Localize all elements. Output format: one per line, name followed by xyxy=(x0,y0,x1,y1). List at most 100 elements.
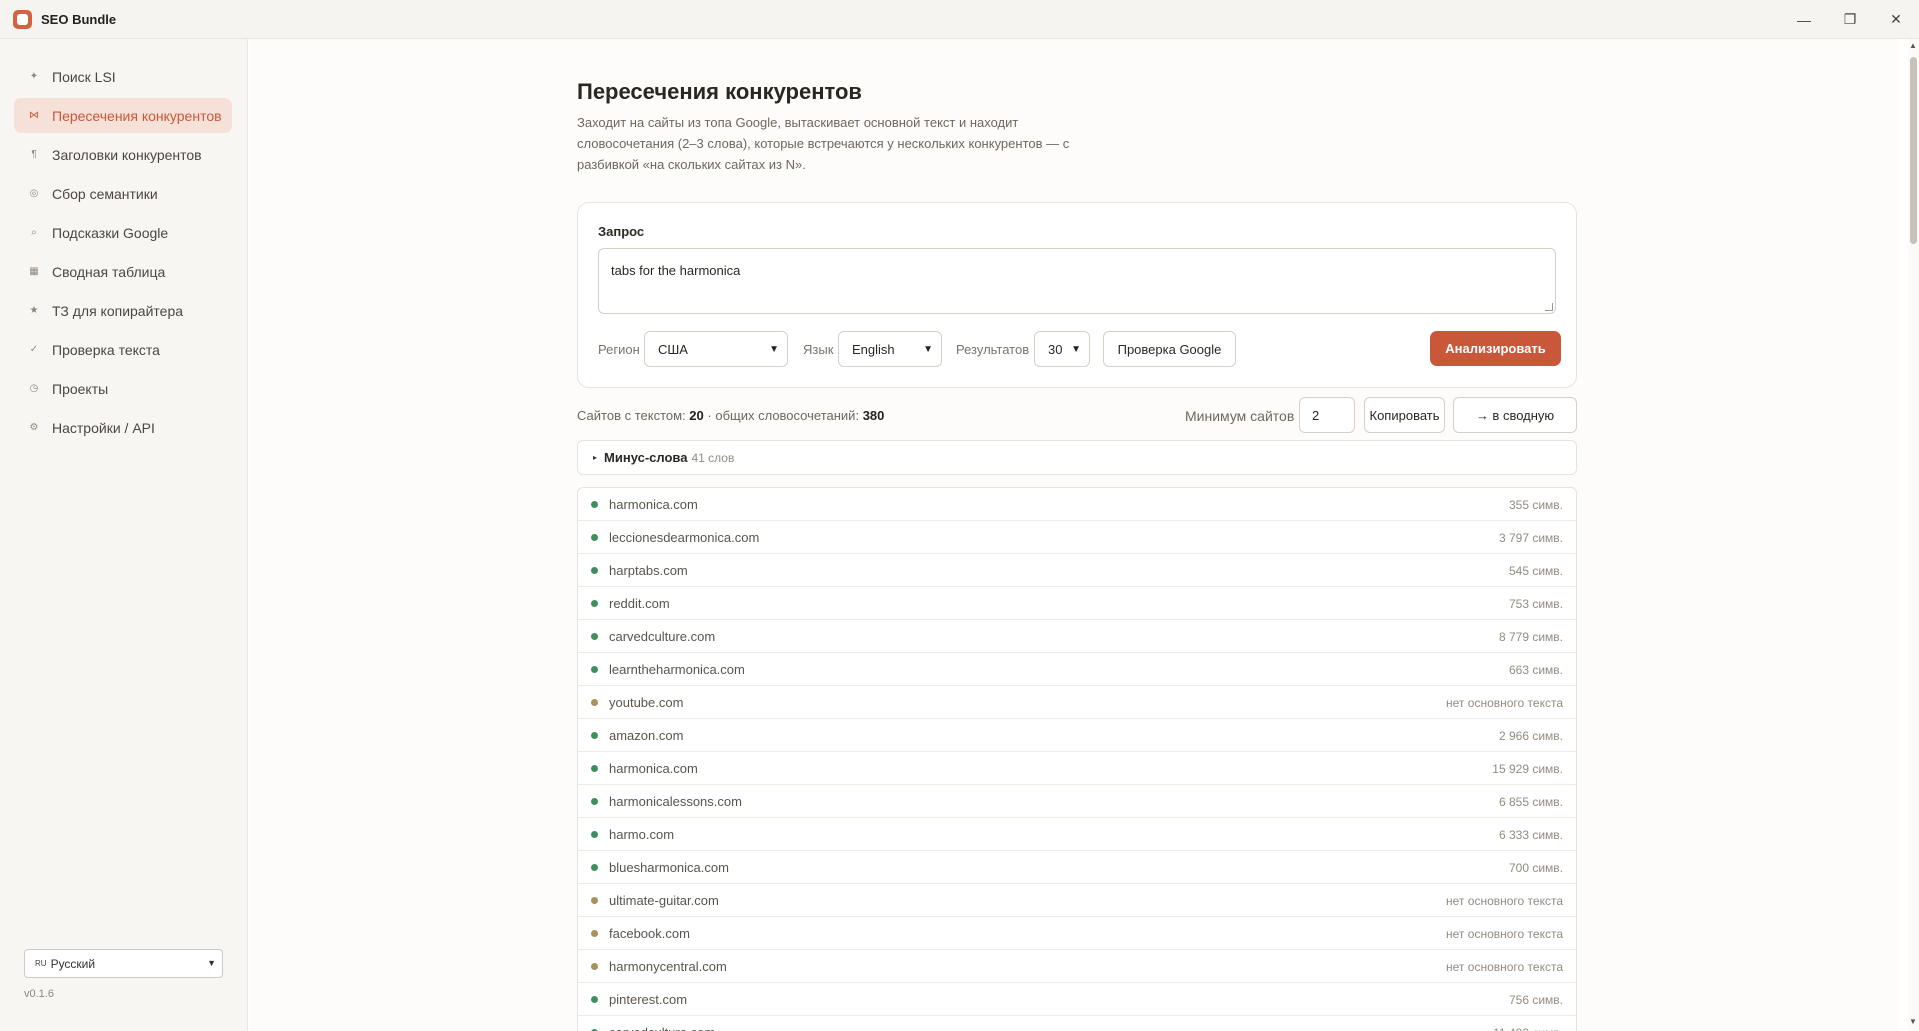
result-chars: нет основного текста xyxy=(1446,960,1563,974)
status-dot-icon xyxy=(591,500,598,508)
scroll-up-icon[interactable]: ▲ xyxy=(1909,41,1917,50)
result-row[interactable]: pinterest.com 756 симв. xyxy=(578,983,1576,1016)
result-row[interactable]: amazon.com 2 966 симв. xyxy=(578,719,1576,752)
common-phrases-label: общих словосочетаний: xyxy=(715,408,860,423)
result-row[interactable]: harmonicalessons.com 6 855 симв. xyxy=(578,785,1576,818)
title-bar: SEO Bundle — ❐ ✕ xyxy=(0,0,1919,39)
sidebar-item-label: Проекты xyxy=(52,380,109,397)
status-dot-icon xyxy=(591,533,598,541)
query-label: Запрос xyxy=(598,224,645,239)
scroll-thumb[interactable] xyxy=(1910,57,1917,244)
sidebar-item[interactable]: ✦ Поиск LSI xyxy=(14,59,232,94)
result-domain: harmonicalessons.com xyxy=(609,793,742,809)
page-title: Пересечения конкурентов xyxy=(577,79,862,104)
stats-separator: · xyxy=(707,408,712,423)
status-dot-icon xyxy=(591,632,598,640)
result-chars: 2 966 симв. xyxy=(1498,729,1563,743)
sidebar-item-label: Заголовки конкурентов xyxy=(52,146,202,163)
min-sites-input[interactable]: 2 xyxy=(1299,397,1355,433)
result-chars: 8 779 симв. xyxy=(1498,630,1563,644)
result-chars: 3 797 симв. xyxy=(1498,531,1563,545)
result-row[interactable]: learntheharmonica.com 663 симв. xyxy=(578,653,1576,686)
result-domain: pinterest.com xyxy=(609,991,688,1007)
query-card: Запрос tabs for the harmonica Регион США… xyxy=(577,202,1577,388)
minus-words-toggle[interactable]: ▸ Минус-слова 41 слов xyxy=(577,440,1577,475)
sidebar-item-label: Поиск LSI xyxy=(52,68,116,85)
sidebar-item-icon: ⋈ xyxy=(29,110,39,121)
sidebar-item[interactable]: ★ ТЗ для копирайтера xyxy=(14,293,232,328)
stats-summary: Сайтов с текстом: 20 · общих словосочета… xyxy=(577,408,884,423)
result-row[interactable]: harmo.com 6 333 симв. xyxy=(578,818,1576,851)
maximize-button[interactable]: ❐ xyxy=(1827,0,1873,39)
result-domain: youtube.com xyxy=(609,694,684,710)
result-domain: facebook.com xyxy=(609,925,690,941)
result-row[interactable]: facebook.com нет основного текста xyxy=(578,917,1576,950)
sidebar-item-icon: ✦ xyxy=(29,71,39,82)
result-row[interactable]: ultimate-guitar.com нет основного текста xyxy=(578,884,1576,917)
result-row[interactable]: leccionesdearmonica.com 3 797 симв. xyxy=(578,521,1576,554)
result-chars: 355 симв. xyxy=(1508,498,1563,512)
analyze-button[interactable]: Анализировать xyxy=(1430,331,1561,366)
min-sites-label: Минимум сайтов xyxy=(1185,408,1295,424)
result-row[interactable]: carvedculture.com 11 493 симв. xyxy=(578,1016,1576,1031)
result-row[interactable]: youtube.com нет основного текста xyxy=(578,686,1576,719)
controls-row: Регион США ▼ Язык English ▼ Результатов … xyxy=(598,331,1561,367)
result-row[interactable]: harmonica.com 15 929 симв. xyxy=(578,752,1576,785)
minus-words-title: Минус-слова xyxy=(604,450,688,465)
sidebar-item-icon: ◎ xyxy=(29,188,39,199)
result-chars: 700 симв. xyxy=(1508,861,1563,875)
result-chars: нет основного текста xyxy=(1446,927,1563,941)
result-row[interactable]: harmonica.com 355 симв. xyxy=(578,488,1576,521)
minimize-button[interactable]: — xyxy=(1781,0,1827,39)
sidebar-item[interactable]: ◎ Сбор семантики xyxy=(14,176,232,211)
language-select-main[interactable]: English ▼ xyxy=(838,331,942,367)
result-domain: carvedculture.com xyxy=(609,1025,715,1031)
app-title: SEO Bundle xyxy=(41,11,117,27)
result-domain: harmonica.com xyxy=(609,496,698,512)
results-label: Результатов xyxy=(956,342,1030,357)
results-list: harmonica.com 355 симв. leccionesdearmonic… xyxy=(577,487,1577,1031)
sidebar-item[interactable]: ⋈ Пересечения конкурентов xyxy=(14,98,232,133)
sidebar-item-label: Настройки / API xyxy=(52,419,155,436)
status-dot-icon xyxy=(591,797,598,805)
status-dot-icon xyxy=(591,665,598,673)
query-textarea[interactable]: tabs for the harmonica xyxy=(598,248,1556,314)
chevron-down-icon: ▼ xyxy=(207,958,216,968)
result-row[interactable]: reddit.com 753 симв. xyxy=(578,587,1576,620)
sidebar-item[interactable]: ◷ Проекты xyxy=(14,371,232,406)
sites-with-text-value: 20 xyxy=(689,408,704,423)
page-description: Заходит на сайты из топа Google, вытаски… xyxy=(577,115,1070,172)
result-domain: bluesharmonica.com xyxy=(609,859,729,875)
check-google-button[interactable]: Проверка Google xyxy=(1103,331,1236,367)
results-select[interactable]: 30 ▼ xyxy=(1034,331,1090,367)
status-dot-icon xyxy=(591,962,598,970)
scrollbar[interactable]: ▲ ▼ xyxy=(1908,39,1919,1031)
sidebar-item[interactable]: ¶ Заголовки конкурентов xyxy=(14,137,232,172)
result-chars: 753 симв. xyxy=(1508,597,1563,611)
sidebar-item-icon: ◷ xyxy=(29,383,39,394)
status-dot-icon xyxy=(591,731,598,739)
result-row[interactable]: bluesharmonica.com 700 симв. xyxy=(578,851,1576,884)
sidebar-item[interactable]: ⚙ Настройки / API xyxy=(14,410,232,445)
status-dot-icon xyxy=(591,764,598,772)
result-chars: 6 855 симв. xyxy=(1498,795,1563,809)
language-select[interactable]: RU Русский ▼ xyxy=(24,949,223,978)
result-row[interactable]: harptabs.com 545 симв. xyxy=(578,554,1576,587)
result-chars: 6 333 симв. xyxy=(1498,828,1563,842)
status-dot-icon xyxy=(591,698,598,706)
sidebar-item[interactable]: ▦ Сводная таблица xyxy=(14,254,232,289)
result-row[interactable]: harmonycentral.com нет основного текста xyxy=(578,950,1576,983)
close-button[interactable]: ✕ xyxy=(1873,0,1919,39)
chevron-down-icon: ▼ xyxy=(1071,344,1081,355)
sidebar-item[interactable]: ✓ Проверка текста xyxy=(14,332,232,367)
result-chars: 545 симв. xyxy=(1508,564,1563,578)
caret-right-icon: ▸ xyxy=(593,453,598,462)
chevron-down-icon: ▼ xyxy=(923,344,933,355)
scroll-down-icon[interactable]: ▼ xyxy=(1909,1017,1917,1026)
result-row[interactable]: carvedculture.com 8 779 симв. xyxy=(578,620,1576,653)
copy-button[interactable]: Копировать xyxy=(1364,397,1445,433)
sidebar-item[interactable]: ⌕ Подсказки Google xyxy=(14,215,232,250)
status-dot-icon xyxy=(591,929,598,937)
region-select[interactable]: США ▼ xyxy=(644,331,788,367)
to-summary-button[interactable]: → в сводную xyxy=(1453,397,1577,433)
